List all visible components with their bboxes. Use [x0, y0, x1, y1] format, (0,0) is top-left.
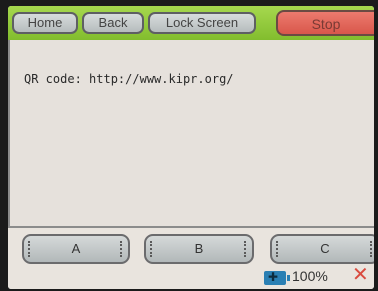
screen: Home Back Lock Screen Stop QR code: http…: [8, 6, 374, 289]
a-button-label: A: [71, 241, 81, 256]
stop-button-label: Stop: [311, 16, 341, 32]
back-button[interactable]: Back: [82, 12, 144, 34]
home-button-label: Home: [27, 15, 63, 30]
top-toolbar: Home Back Lock Screen Stop: [8, 6, 374, 40]
battery-percent: 100%: [292, 268, 328, 284]
status-bar: ✚ 100% ✕: [8, 264, 374, 289]
b-button[interactable]: B: [144, 234, 254, 264]
a-button[interactable]: A: [22, 234, 130, 264]
battery-charging-icon: ✚: [264, 270, 290, 285]
stop-button[interactable]: Stop: [276, 10, 374, 36]
lock-screen-button-label: Lock Screen: [165, 15, 239, 30]
lock-screen-button[interactable]: Lock Screen: [148, 12, 256, 34]
c-button[interactable]: C: [270, 234, 374, 264]
home-button[interactable]: Home: [12, 12, 78, 34]
console-area: QR code: http://www.kipr.org/: [8, 40, 374, 228]
back-button-label: Back: [98, 15, 128, 30]
c-button-label: C: [320, 241, 330, 256]
close-icon[interactable]: ✕: [352, 265, 369, 285]
b-button-label: B: [194, 241, 204, 256]
qr-code-text: QR code: http://www.kipr.org/: [24, 72, 234, 86]
